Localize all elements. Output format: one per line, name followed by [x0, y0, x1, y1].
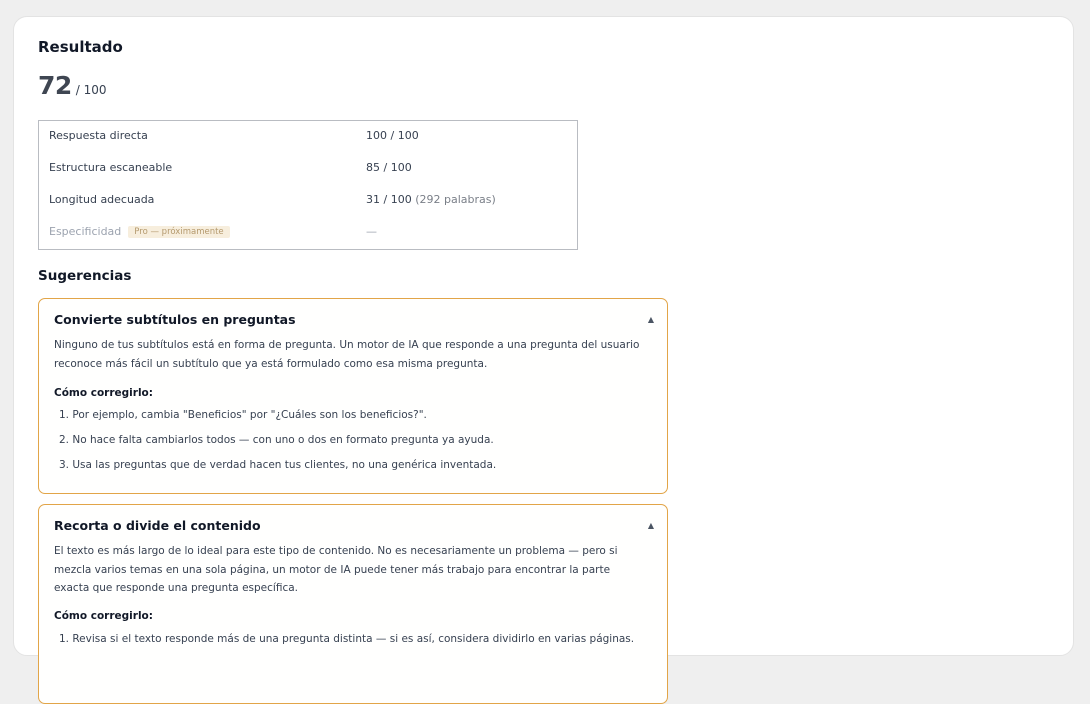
suggestion-title: Recorta o divide el contenido [54, 518, 261, 533]
suggestion-card: Convierte subtítulos en preguntas ▲ Ning… [38, 298, 668, 494]
list-item: 3. Usa las preguntas que de verdad hacen… [59, 459, 497, 471]
result-heading: Resultado [38, 38, 123, 56]
chevron-up-icon[interactable]: ▲ [648, 315, 654, 324]
fix-label: Cómo corregirlo: [54, 610, 153, 622]
score: 72 / 100 [38, 71, 107, 100]
chevron-up-icon[interactable]: ▲ [648, 521, 654, 530]
fix-steps: 1. Revisa si el texto responde más de un… [59, 632, 659, 657]
result-card: Resultado 72 / 100 Respuesta directa 100… [13, 16, 1074, 704]
metric-value: 85 / 100 [366, 161, 412, 174]
metric-value: — [366, 225, 377, 238]
metric-name: Respuesta directa [49, 129, 148, 142]
metric-score: 100 / 100 [366, 129, 419, 142]
score-value: 72 [38, 71, 72, 100]
metric-name: Estructura escaneable [49, 161, 173, 174]
suggestion-card: Recorta o divide el contenido ▲ El texto… [38, 504, 668, 704]
fix-steps: 1. Por ejemplo, cambia "Beneficios" por … [59, 408, 659, 483]
metric-extra: (292 palabras) [415, 193, 496, 206]
suggestion-body: El texto es más largo de lo ideal para e… [54, 545, 618, 594]
metric-score: 85 / 100 [366, 161, 412, 174]
metric-value: 31 / 100 (292 palabras) [366, 193, 496, 206]
score-total: / 100 [75, 83, 107, 97]
metric-score: — [366, 225, 377, 238]
metrics-table: Respuesta directa 100 / 100 Estructura e… [38, 120, 578, 250]
metric-name: Especificidad Pro — próximamente [49, 225, 230, 238]
suggestion-body: Ninguno de tus subtítulos está en forma … [54, 339, 640, 370]
metric-score: 31 / 100 [366, 193, 412, 206]
fix-label: Cómo corregirlo: [54, 387, 153, 399]
metric-value: 100 / 100 [366, 129, 419, 142]
metric-row: Respuesta directa 100 / 100 [39, 121, 577, 153]
list-item: 1. Revisa si el texto responde más de un… [59, 633, 635, 645]
metric-label: Especificidad [49, 225, 122, 238]
list-item: 1. Por ejemplo, cambia "Beneficios" por … [59, 409, 427, 421]
metric-row: Estructura escaneable 85 / 100 [39, 153, 577, 185]
metric-row-locked: Especificidad Pro — próximamente — [39, 217, 577, 249]
metric-name: Longitud adecuada [49, 193, 155, 206]
pro-badge: Pro — próximamente [128, 226, 230, 238]
metric-row: Longitud adecuada 31 / 100 (292 palabras… [39, 185, 577, 217]
list-item: 2. No hace falta cambiarlos todos — con … [59, 434, 494, 446]
suggestion-title: Convierte subtítulos en preguntas [54, 312, 296, 327]
suggestions-heading: Sugerencias [38, 268, 132, 284]
